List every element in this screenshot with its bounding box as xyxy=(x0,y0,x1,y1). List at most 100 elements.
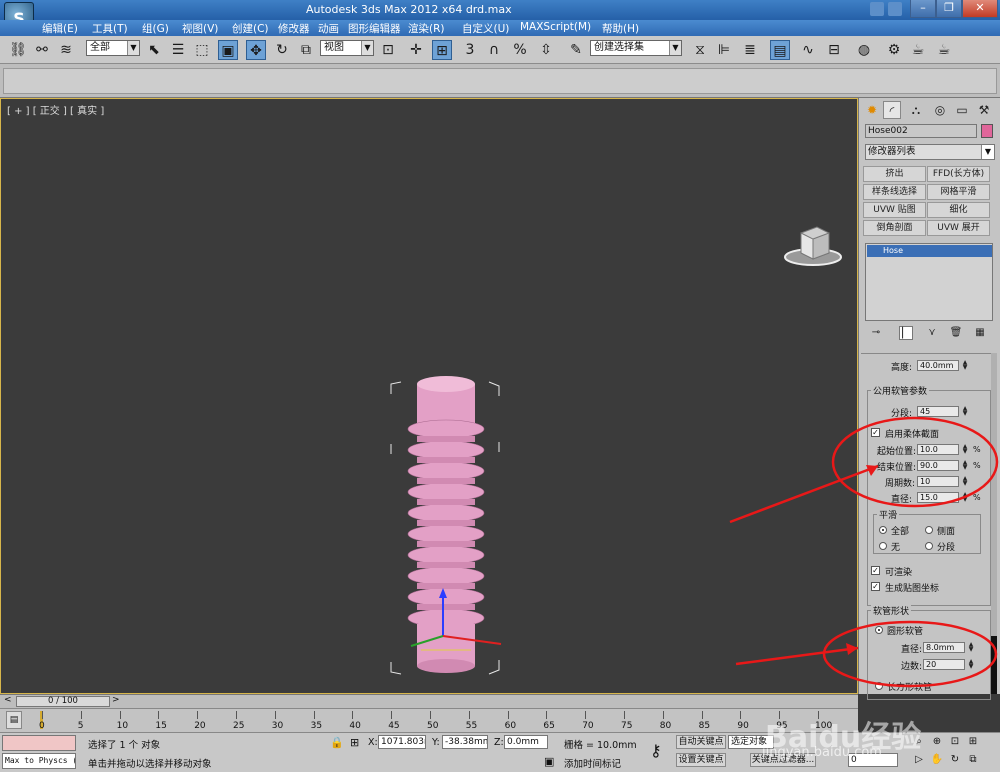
add-time-tag[interactable]: 添加时间标记 xyxy=(564,756,621,770)
set-key-button[interactable]: 设置关键点 xyxy=(676,753,726,767)
pan-icon[interactable]: ✋ xyxy=(930,753,944,767)
modifier-button-ffd[interactable]: FFD(长方体) xyxy=(927,166,990,182)
curve-editor-icon[interactable]: ∿ xyxy=(798,40,818,60)
object-color-swatch[interactable] xyxy=(981,124,993,138)
menu-views[interactable]: 视图(V) xyxy=(182,21,218,36)
orbit-icon[interactable]: ↻ xyxy=(948,753,962,767)
spinner-arrows-icon[interactable]: ▲ ▼ xyxy=(967,659,975,670)
menu-customize[interactable]: 自定义(U) xyxy=(462,21,509,36)
height-spinner[interactable]: 40.0mm xyxy=(917,360,959,371)
next-frame-icon[interactable]: > xyxy=(112,695,120,705)
graphite-ribbon-icon[interactable]: ▤ xyxy=(770,40,790,60)
remove-modifier-icon[interactable]: 🗑 xyxy=(949,326,963,340)
sides-spinner[interactable]: 20 xyxy=(923,659,965,670)
viewcube-icon[interactable] xyxy=(783,223,843,269)
select-by-name-icon[interactable]: ☰ xyxy=(168,40,188,60)
keyboard-shortcut-override-icon[interactable]: ⊞ xyxy=(432,40,452,60)
modifier-list-dropdown[interactable]: 修改器列表 ▼ xyxy=(865,144,995,160)
select-scale-icon[interactable]: ⧉ xyxy=(296,40,316,60)
utilities-tab-icon[interactable]: ⚒ xyxy=(975,101,993,119)
menu-help[interactable]: 帮助(H) xyxy=(602,21,639,36)
rect-hose-radio[interactable] xyxy=(875,682,883,690)
named-selection-dropdown[interactable]: 创建选择集 ▼ xyxy=(590,40,682,56)
spinner-arrows-icon[interactable]: ▲ ▼ xyxy=(967,642,975,653)
align-icon[interactable]: ⊫ xyxy=(714,40,734,60)
renderable-checkbox[interactable]: ✓ xyxy=(871,566,880,575)
stack-item-hose[interactable]: Hose xyxy=(867,245,992,257)
time-slider[interactable]: 0 / 100 < > xyxy=(0,694,858,708)
smooth-segments-radio[interactable] xyxy=(925,542,933,550)
absolute-mode-icon[interactable]: ⊞ xyxy=(350,736,359,749)
ref-coord-dropdown[interactable]: 视图 ▼ xyxy=(320,40,374,56)
bind-spacewarp-icon[interactable]: ≋ xyxy=(56,40,76,60)
angle-snap-icon[interactable]: ∩ xyxy=(484,40,504,60)
select-rotate-icon[interactable]: ↻ xyxy=(272,40,292,60)
starts-spinner[interactable]: 10.0 xyxy=(917,444,959,455)
front-viewport[interactable]: [ + ] [ 正交 ] [ 真实 ] xyxy=(0,98,858,772)
zoom-extents-all-icon[interactable]: ⊞ xyxy=(966,735,980,749)
round-diameter-spinner[interactable]: 8.0mm xyxy=(923,642,965,653)
select-move-icon[interactable]: ✥ xyxy=(246,40,266,60)
smooth-all-radio[interactable] xyxy=(879,526,887,534)
menu-rendering[interactable]: 渲染(R) xyxy=(408,21,445,36)
key-icon[interactable]: ⚷ xyxy=(650,741,662,760)
selection-filter-dropdown[interactable]: 全部 ▼ xyxy=(86,40,140,56)
configure-sets-icon[interactable]: ▦ xyxy=(973,326,987,340)
spinner-arrows-icon[interactable]: ▲ ▼ xyxy=(961,460,969,471)
x-coord-field[interactable]: 1071.803m xyxy=(378,735,426,749)
spinner-arrows-icon[interactable]: ▲ ▼ xyxy=(961,444,969,455)
ends-spinner[interactable]: 90.0 xyxy=(917,460,959,471)
spinner-snap-icon[interactable]: ⇳ xyxy=(536,40,556,60)
menu-group[interactable]: 组(G) xyxy=(142,21,169,36)
window-crossing-icon[interactable]: ▣ xyxy=(218,40,238,60)
edit-named-selection-icon[interactable]: ✎ xyxy=(566,40,586,60)
smooth-none-radio[interactable] xyxy=(879,542,887,550)
mini-curve-editor-icon[interactable]: ▤ xyxy=(6,711,22,729)
hose-object[interactable] xyxy=(381,374,511,684)
modifier-button-spline-select[interactable]: 样条线选择 xyxy=(863,184,926,200)
link-icon[interactable]: ⛓ xyxy=(8,40,28,60)
modifier-button-meshsmooth[interactable]: 网格平滑 xyxy=(927,184,990,200)
zoom-all-icon[interactable]: ⊕ xyxy=(930,735,944,749)
time-slider-thumb[interactable]: 0 / 100 xyxy=(16,696,110,707)
schematic-view-icon[interactable]: ⊟ xyxy=(824,40,844,60)
menu-graph-editors[interactable]: 图形编辑器 xyxy=(348,21,401,36)
menu-animation[interactable]: 动画 xyxy=(318,21,339,36)
menu-modifiers[interactable]: 修改器 xyxy=(278,21,310,36)
rect-region-icon[interactable]: ⬚ xyxy=(192,40,212,60)
menu-edit[interactable]: 编辑(E) xyxy=(42,21,78,36)
help-icon[interactable] xyxy=(888,2,902,16)
spinner-arrows-icon[interactable]: ▲ ▼ xyxy=(961,360,969,371)
percent-snap-icon[interactable]: % xyxy=(510,40,530,60)
material-editor-icon[interactable]: ◍ xyxy=(854,40,874,60)
maxscript-listener-pink[interactable] xyxy=(2,735,76,751)
modifier-button-unwrap-uvw[interactable]: UVW 展开 xyxy=(927,220,990,236)
panel-scroll-thumb[interactable] xyxy=(991,636,997,694)
modifier-button-bevel-profile[interactable]: 倒角剖面 xyxy=(863,220,926,236)
close-button[interactable]: ✕ xyxy=(962,0,998,18)
object-name-field[interactable]: Hose002 xyxy=(865,124,977,138)
restore-button[interactable]: ❐ xyxy=(936,0,962,18)
cycles-spinner[interactable]: 10 xyxy=(917,476,959,487)
menu-tools[interactable]: 工具(T) xyxy=(92,21,128,36)
prev-frame-icon[interactable]: < xyxy=(4,695,12,705)
viewport-label[interactable]: [ + ] [ 正交 ] [ 真实 ] xyxy=(7,102,104,117)
spinner-arrows-icon[interactable]: ▲ ▼ xyxy=(961,476,969,487)
auto-key-button[interactable]: 自动关键点 xyxy=(676,735,726,749)
modifier-button-tessellate[interactable]: 细化 xyxy=(927,202,990,218)
smooth-sides-radio[interactable] xyxy=(925,526,933,534)
track-bar[interactable]: ▤ 0 5 10 15 20 25 30 35 40 45 50 55 60 65 70 75 80 85 90 95… xyxy=(0,708,858,732)
minimize-button[interactable]: – xyxy=(910,0,936,18)
make-unique-icon[interactable]: ⋎ xyxy=(925,326,939,340)
lock-icon[interactable]: 🔒 xyxy=(330,736,344,749)
gen-mapping-checkbox[interactable]: ✓ xyxy=(871,582,880,591)
motion-tab-icon[interactable]: ◎ xyxy=(931,101,949,119)
select-object-icon[interactable]: ⬉ xyxy=(144,40,164,60)
modify-tab-icon[interactable]: ◜ xyxy=(883,101,901,119)
layer-manager-icon[interactable]: ≣ xyxy=(740,40,760,60)
create-tab-icon[interactable]: ✹ xyxy=(863,101,881,119)
mirror-icon[interactable]: ⧖ xyxy=(690,40,710,60)
maximize-viewport-icon[interactable]: ⧉ xyxy=(966,753,980,767)
modifier-button-extrude[interactable]: 挤出 xyxy=(863,166,926,182)
modifier-stack[interactable]: Hose xyxy=(865,243,993,321)
